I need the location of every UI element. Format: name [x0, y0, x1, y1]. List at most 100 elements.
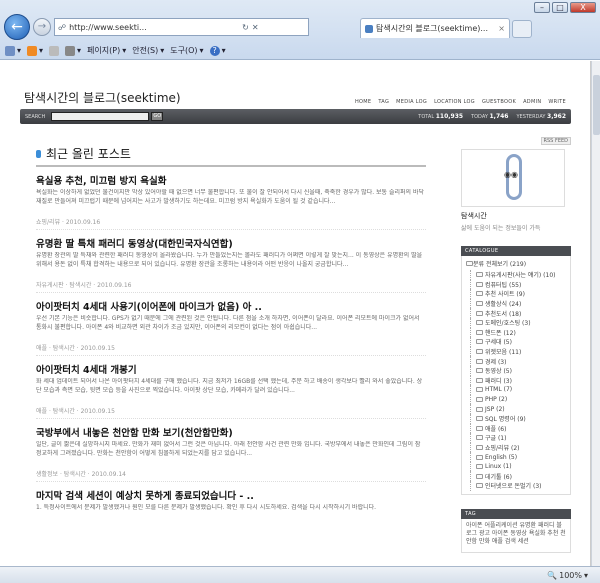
category-item[interactable]: HTML (7)	[466, 385, 566, 395]
folder-icon	[476, 320, 483, 326]
page-menu[interactable]: 페이지(P) ▾	[87, 45, 126, 56]
minimize-button[interactable]: –	[534, 2, 550, 13]
nav-media-log[interactable]: MEDIA LOG	[396, 99, 427, 105]
profile-name: 탐색시간	[461, 212, 487, 220]
folder-icon	[476, 310, 483, 316]
print-icon[interactable]: ▾	[65, 45, 81, 56]
folder-icon	[476, 473, 483, 479]
tag-heading: TAG	[461, 508, 571, 519]
tab-close-icon[interactable]: ×	[498, 24, 505, 33]
rss-feed-link[interactable]: RSS FEED	[540, 137, 571, 145]
pin-icon	[36, 149, 41, 158]
post-excerpt: 유명환 장관의 딸 특채와 관련한 패러디 동영상이 올라왔습니다. 누가 만들…	[36, 252, 423, 268]
category-label: 인터넷으로 돈벌기 (3)	[485, 483, 542, 491]
refresh-icon[interactable]: ↻	[242, 23, 249, 32]
category-label: 핸드폰 (12)	[485, 329, 516, 337]
category-item[interactable]: 생활상식 (24)	[466, 298, 566, 309]
search-label: SEARCH	[25, 113, 46, 120]
post-title[interactable]: 국방부에서 내놓은 천안함 만화 보기(천안함만화)	[36, 425, 426, 439]
category-item[interactable]: 인터넷으로 돈벌기 (3)	[466, 481, 566, 491]
category-item[interactable]: 구글 (1)	[466, 433, 566, 443]
forward-icon[interactable]: →	[33, 18, 51, 36]
category-item[interactable]: 도메인/호스팅 (3)	[466, 317, 566, 328]
nav-guestbook[interactable]: GUESTBOOK	[482, 99, 516, 105]
today-label: TODAY	[471, 114, 488, 120]
blog-search-input[interactable]	[51, 112, 150, 121]
post-title[interactable]: 마지막 검색 세션이 예상치 못하게 종료되었습니다 - ..	[36, 488, 426, 502]
restore-button[interactable]: □	[552, 2, 568, 13]
safety-menu[interactable]: 안전(S) ▾	[132, 45, 164, 56]
search-go-button[interactable]: GO	[151, 112, 164, 121]
category-item[interactable]: 위젯모음 (11)	[466, 346, 566, 357]
vertical-scrollbar[interactable]	[591, 61, 600, 566]
mail-icon[interactable]	[49, 45, 60, 56]
nav-home[interactable]: HOME	[355, 99, 371, 105]
back-icon[interactable]: ←	[4, 14, 30, 40]
category-item[interactable]: SQL 명령어 (9)	[466, 413, 566, 424]
category-label: 데기툴 (6)	[485, 473, 512, 481]
category-item[interactable]: Linux (1)	[466, 461, 566, 472]
category-item[interactable]: 컴퓨터팁 (55)	[466, 279, 566, 290]
zoom-level: 100%	[559, 570, 582, 580]
post-title[interactable]: 욕실용 추천, 미끄럼 방지 욕실화	[36, 173, 426, 187]
nav-admin[interactable]: ADMIN	[523, 99, 541, 105]
category-item[interactable]: 패러디 (3)	[466, 375, 566, 386]
category-item[interactable]: English (5)	[466, 452, 566, 462]
post-meta: 생활정보 · 탐색시간 · 2010.09.14	[36, 469, 426, 482]
blog-title[interactable]: 탐색시간의 블로그(seektime)	[24, 89, 181, 106]
category-item[interactable]: 추천 사이트 (9)	[466, 289, 566, 299]
post-title[interactable]: 아이팟터치 4세대 개봉기	[36, 362, 426, 376]
favicon-icon	[365, 24, 373, 33]
nav-write[interactable]: WRITE	[548, 99, 566, 105]
new-tab-button[interactable]	[512, 20, 532, 38]
stop-icon[interactable]: ✕	[252, 23, 259, 32]
profile-description: 삶에 도움이 되는 정보들이 가득	[461, 225, 541, 232]
category-item[interactable]: PHP (2)	[466, 394, 566, 405]
url-input[interactable]	[69, 22, 240, 32]
home-icon[interactable]: ▾	[5, 45, 21, 56]
category-item[interactable]: 경제 (3)	[466, 356, 566, 366]
post-title[interactable]: 유명환 딸 특채 패러디 동영상(대한민국자식연합)	[36, 236, 426, 250]
total-value: 110,935	[435, 113, 464, 120]
category-item[interactable]: 자유게시판(사는 얘기) (10)	[466, 270, 566, 280]
tab-active[interactable]: 탐색시간의 블로그(seektime)... ×	[360, 18, 510, 38]
folder-icon	[476, 387, 483, 393]
category-item[interactable]: 쇼핑/리뷰 (2)	[466, 442, 566, 453]
stat-total: TOTAL 110,935	[418, 113, 463, 120]
category-label: 추천도서 (18)	[485, 310, 522, 318]
category-item[interactable]: 데기툴 (6)	[466, 471, 566, 481]
close-button[interactable]: X	[570, 2, 596, 13]
category-root[interactable]: 분류 전체보기 (219)	[466, 259, 566, 268]
address-bar[interactable]: ☍ ↻ ✕	[54, 18, 309, 36]
category-item[interactable]: 핸드폰 (12)	[466, 327, 566, 338]
rss-icon[interactable]: ▾	[27, 45, 43, 56]
category-label: 구세대 (5)	[485, 339, 512, 347]
category-item[interactable]: JSP (2)	[466, 404, 566, 414]
post-item: 마지막 검색 세션이 예상치 못하게 종료되었습니다 - .. 1. 특정사이트…	[36, 488, 426, 530]
category-label: JSP (2)	[485, 405, 505, 413]
category-item[interactable]: 동영상 (5)	[466, 365, 566, 376]
post-item: 유명환 딸 특채 패러디 동영상(대한민국자식연합) 유명환 장관의 딸 특채와…	[36, 236, 426, 293]
category-item[interactable]: 애플 (6)	[466, 423, 566, 434]
category-item[interactable]: 추천도서 (18)	[466, 308, 566, 318]
nav-location-log[interactable]: LOCATION LOG	[434, 99, 475, 105]
tools-menu[interactable]: 도구(O) ▾	[170, 45, 203, 56]
web-page: 탐색시간의 블로그(seektime) HOME TAG MEDIA LOG L…	[0, 61, 591, 566]
category-label: 패러디 (3)	[485, 377, 512, 385]
folder-icon	[476, 349, 483, 355]
profile-image: ◉◉	[461, 149, 565, 207]
post-title[interactable]: 아이팟터치 4세대 사용기(이어폰에 마이크가 없음) 아 ..	[36, 299, 426, 313]
browser-chrome: – □ X ← → ☍ ↻ ✕ 탐색시간의 블로그(seektime)... ×…	[0, 0, 600, 60]
help-menu[interactable]: ? ▾	[209, 45, 226, 56]
zoom-control[interactable]: 🔍 100% ▾	[547, 571, 588, 580]
folder-icon	[476, 406, 483, 412]
scroll-thumb[interactable]	[593, 75, 600, 135]
blog-search-bar: SEARCH GO TOTAL 110,935 TODAY 1,746 YEST…	[20, 109, 571, 124]
category-label: English (5)	[485, 453, 518, 461]
sidebar: RSS FEED ◉◉ 탐색시간 삶에 도움이 되는 정보들이 가득 CATAL…	[461, 137, 571, 553]
category-label: 구글 (1)	[485, 435, 507, 443]
command-bar: ▾ ▾ ▾ 페이지(P) ▾ 안전(S) ▾ 도구(O) ▾ ? ▾	[0, 42, 600, 59]
nav-tag[interactable]: TAG	[378, 99, 389, 105]
stat-yesterday: YESTERDAY 3,962	[516, 113, 566, 120]
category-item[interactable]: 구세대 (5)	[466, 337, 566, 347]
